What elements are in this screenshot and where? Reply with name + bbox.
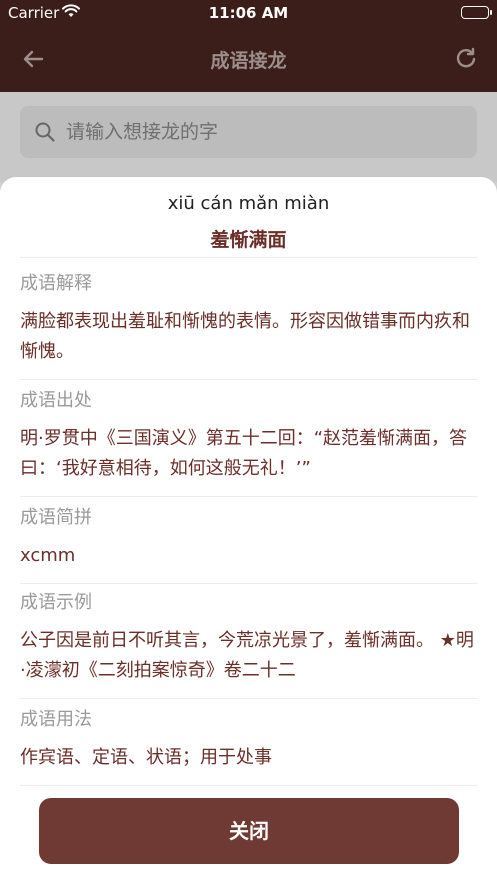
- divider: [20, 257, 477, 258]
- battery-icon: [461, 6, 492, 19]
- status-bar: Carrier 11:06 AM: [0, 0, 497, 26]
- page-title: 成语接龙: [210, 50, 287, 72]
- section-usage: 成语用法 作宾语、定语、状语；用于处事: [20, 707, 477, 786]
- divider: [20, 496, 477, 497]
- section-abbreviation: 成语简拼 xcmm: [20, 505, 477, 584]
- divider: [20, 698, 477, 699]
- search-box[interactable]: [20, 106, 477, 158]
- section-label: 成语出处: [20, 390, 92, 411]
- top-bar: Carrier 11:06 AM 成语接龙: [0, 0, 497, 92]
- refresh-button[interactable]: [451, 44, 481, 74]
- screen: Carrier 11:06 AM 成语接龙 请输入想接龙的字 xiū cán m…: [0, 0, 497, 883]
- section-label: 成语解释: [20, 273, 92, 294]
- search-icon: [35, 122, 55, 142]
- section-label: 成语示例: [20, 592, 92, 613]
- section-value: 作宾语、定语、状语；用于处事: [20, 747, 272, 768]
- section-value: 明·罗贯中《三国演义》第五十二回：“赵范羞惭满面，答曰：‘我好意相待，如何这般无…: [20, 428, 468, 479]
- section-value: 公子因是前日不听其言，今荒凉光景了，羞惭满面。 ★明·凌濛初《二刻拍案惊奇》卷二…: [20, 630, 474, 681]
- search-area: [0, 92, 497, 182]
- section-value: xcmm: [20, 545, 76, 566]
- section-source: 成语出处 明·罗贯中《三国演义》第五十二回：“赵范羞惭满面，答曰：‘我好意相待，…: [20, 388, 477, 497]
- refresh-icon: [456, 47, 476, 68]
- section-label: 成语简拼: [20, 507, 92, 528]
- status-time: 11:06 AM: [208, 4, 289, 22]
- divider: [20, 785, 477, 786]
- section-explanation: 成语解释 满脸都表现出羞耻和惭愧的表情。形容因做错事而内疚和惭愧。: [20, 271, 477, 380]
- section-value: 满脸都表现出羞耻和惭愧的表情。形容因做错事而内疚和惭愧。: [20, 311, 470, 362]
- divider: [20, 583, 477, 584]
- divider: [20, 379, 477, 380]
- close-button[interactable]: 关闭: [39, 798, 459, 864]
- search-input[interactable]: [66, 106, 466, 158]
- nav-bar: 成语接龙: [0, 26, 497, 92]
- section-example: 成语示例 公子因是前日不听其言，今荒凉光景了，羞惭满面。 ★明·凌濛初《二刻拍案…: [20, 590, 477, 699]
- idiom-detail-sheet: xiū cán mǎn miàn 羞惭满面 成语解释 满脸都表现出羞耻和惭愧的表…: [0, 177, 497, 883]
- section-label: 成语用法: [20, 709, 92, 730]
- idiom-pinyin: xiū cán mǎn miàn: [167, 193, 330, 214]
- idiom-title: 羞惭满面: [210, 229, 287, 251]
